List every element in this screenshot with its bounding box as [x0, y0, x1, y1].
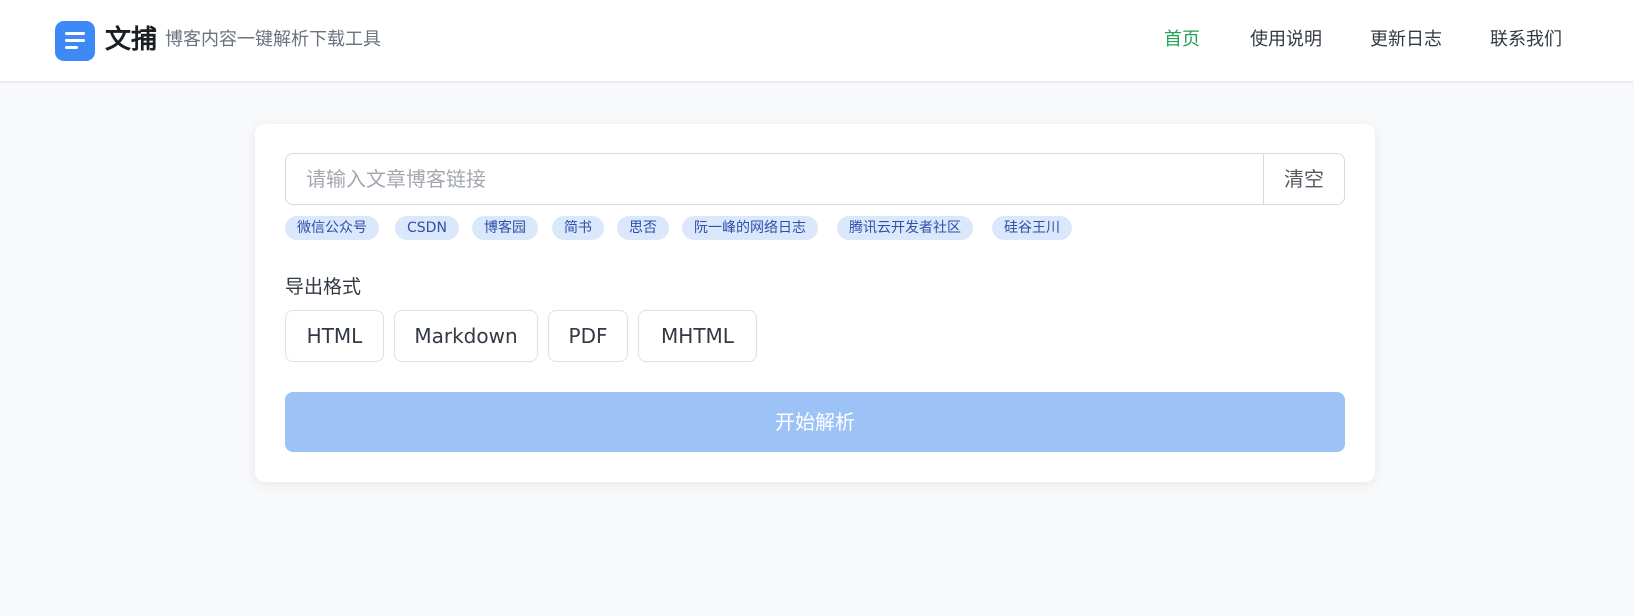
format-pdf-button[interactable]: PDF	[548, 310, 628, 362]
platform-tag-cnblogs[interactable]: 博客园	[472, 216, 538, 240]
format-markdown-button[interactable]: Markdown	[394, 310, 538, 362]
platform-tag-wechat[interactable]: 微信公众号	[285, 216, 379, 240]
top-header: 文捕 博客内容一键解析下载工具 首页 使用说明 更新日志 联系我们	[0, 0, 1634, 82]
platform-tag-ruanyifeng[interactable]: 阮一峰的网络日志	[682, 216, 818, 240]
clear-button[interactable]: 清空	[1263, 154, 1344, 204]
platform-tag-guigu-wangchuan[interactable]: 硅谷王川	[992, 216, 1072, 240]
document-lines-icon[interactable]	[55, 21, 95, 61]
platform-tag-csdn[interactable]: CSDN	[395, 216, 459, 240]
nav-home[interactable]: 首页	[1164, 28, 1200, 52]
platform-tag-jianshu[interactable]: 简书	[552, 216, 604, 240]
brand-title[interactable]: 文捕	[105, 24, 157, 56]
article-url-input[interactable]	[286, 154, 1266, 204]
export-format-label: 导出格式	[285, 276, 362, 298]
nav-usage-guide[interactable]: 使用说明	[1250, 28, 1322, 52]
main-card: 清空 微信公众号 CSDN 博客园 简书 思否 阮一峰的网络日志 腾讯云开发者社…	[255, 124, 1375, 482]
format-mhtml-button[interactable]: MHTML	[638, 310, 757, 362]
nav-contact-us[interactable]: 联系我们	[1490, 28, 1562, 52]
url-input-group: 清空	[285, 153, 1345, 205]
format-html-button[interactable]: HTML	[285, 310, 384, 362]
start-parse-button[interactable]: 开始解析	[285, 392, 1345, 452]
nav-changelog[interactable]: 更新日志	[1370, 28, 1442, 52]
brand-subtitle: 博客内容一键解析下载工具	[165, 29, 381, 50]
platform-tag-tencent-cloud[interactable]: 腾讯云开发者社区	[837, 216, 973, 240]
platform-tag-segmentfault[interactable]: 思否	[617, 216, 669, 240]
